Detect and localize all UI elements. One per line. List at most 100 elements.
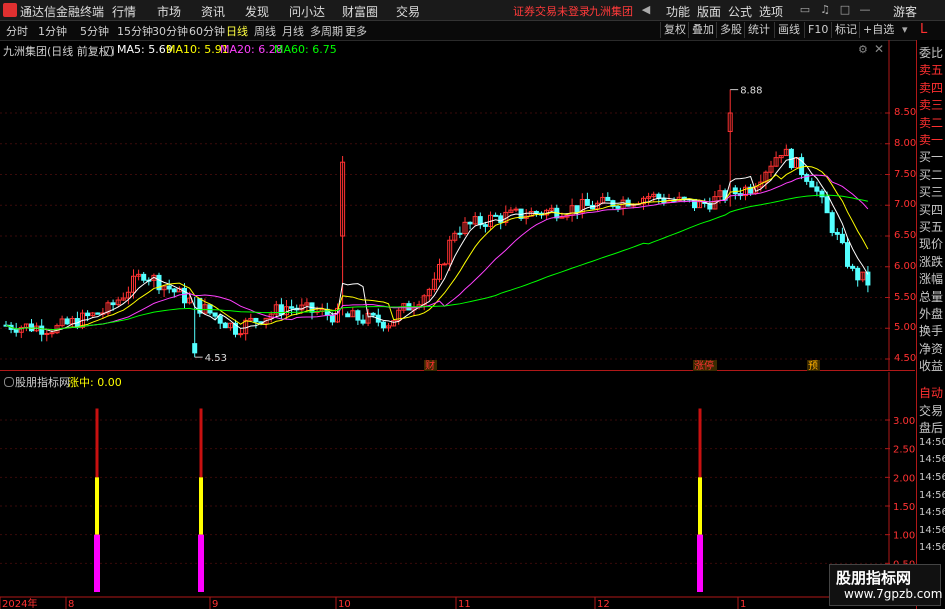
tab-daily[interactable]: 日线	[226, 23, 248, 39]
menu-market[interactable]: 市场	[157, 3, 181, 20]
trade-time-label: 14:56	[919, 489, 945, 501]
candle-body	[380, 321, 386, 329]
candle-body	[166, 285, 172, 290]
quote-label: 现价	[919, 237, 944, 252]
candle-body	[222, 322, 228, 329]
candle-body	[482, 224, 488, 227]
top-menu-bar: 通达信金融终端 行情 市场 资讯 发现 问小达 财富圈 交易 证券交易未登录 九…	[0, 0, 945, 21]
minimize-icon[interactable]: —	[857, 2, 873, 18]
quote-label: 买三	[919, 185, 944, 200]
menu-quotes[interactable]: 行情	[112, 3, 136, 20]
quote-label: 买五	[919, 220, 944, 234]
menu-layout[interactable]: 版面	[697, 3, 721, 20]
x-tick-label: 11	[458, 599, 471, 609]
candle-body	[533, 210, 539, 214]
candle-body	[238, 333, 244, 336]
tab-timeshare[interactable]: 分时	[6, 23, 28, 39]
ind-y-tick: 2.00	[893, 473, 915, 484]
tab-weekly[interactable]: 周线	[254, 23, 276, 39]
x-tick-label: 10	[338, 599, 351, 609]
candle-body	[141, 273, 147, 281]
trade-time-label: 交易	[919, 403, 944, 418]
candle-body	[192, 343, 198, 354]
restore-icon[interactable]: ▭	[797, 2, 813, 18]
menu-ask[interactable]: 问小达	[289, 3, 325, 20]
ind-y-tick: 2.50	[893, 445, 915, 456]
tab-60min[interactable]: 60分钟	[189, 23, 225, 39]
panel-toggle-L[interactable]: L	[920, 22, 927, 37]
bell-icon[interactable]: ♫	[817, 2, 833, 18]
tool-add-favorite[interactable]: +自选	[859, 22, 897, 38]
candle-body	[513, 208, 519, 211]
candle-body	[574, 205, 580, 214]
tool-adjust[interactable]: 复权	[660, 22, 689, 38]
kline-chart[interactable]: 8.88 4.53 财 涨停 预	[0, 40, 915, 371]
trade-time-label: 14:56	[919, 454, 945, 466]
candle-body	[110, 302, 116, 306]
tab-1min[interactable]: 1分钟	[38, 23, 67, 39]
menu-trade[interactable]: 交易	[396, 3, 420, 20]
quote-label: 买二	[919, 167, 944, 182]
tool-draw[interactable]: 画线	[774, 22, 803, 38]
candle-body	[360, 319, 366, 324]
tab-more[interactable]: 更多	[345, 23, 367, 39]
quote-label: 委比	[919, 46, 944, 60]
candle-body	[355, 310, 361, 321]
tool-overlay[interactable]: 叠加	[688, 22, 717, 38]
x-tick-label: 8	[68, 599, 74, 609]
candle-body	[13, 328, 19, 333]
tool-multi-stock[interactable]: 多股	[716, 22, 745, 38]
maximize-icon[interactable]: □	[837, 2, 853, 18]
tab-5min[interactable]: 5分钟	[80, 23, 109, 39]
candle-body	[850, 265, 856, 269]
candle-body	[442, 263, 448, 266]
menu-wealth[interactable]: 财富圈	[342, 3, 378, 20]
candle-body	[457, 232, 463, 235]
menu-function[interactable]: 功能	[666, 3, 690, 20]
trade-time-label: 盘后	[919, 421, 944, 436]
site-watermark: 股朋指标网 www.7gpzb.com	[829, 564, 942, 606]
user-label[interactable]: 游客	[893, 3, 917, 20]
back-icon[interactable]: ◀	[638, 2, 654, 18]
dropdown-icon[interactable]: ▾	[902, 23, 914, 37]
candle-body	[44, 332, 50, 335]
app-title: 通达信金融终端	[20, 5, 105, 19]
x-tick-label: 9	[212, 599, 218, 609]
candle-body	[809, 180, 815, 188]
menu-discover[interactable]: 发现	[245, 3, 269, 20]
quote-label: 总量	[919, 289, 944, 304]
tab-30min[interactable]: 30分钟	[152, 23, 188, 39]
candle-body	[467, 221, 473, 225]
trade-time-label: 14:56	[919, 472, 945, 483]
candle-body	[661, 197, 667, 204]
tool-mark[interactable]: 标记	[831, 22, 860, 38]
tab-multi-period[interactable]: 多周期	[310, 23, 343, 39]
candle-body	[370, 312, 376, 316]
event-tag: 财	[425, 359, 435, 371]
login-notice[interactable]: 证券交易未登录	[513, 3, 590, 19]
candle-body	[329, 314, 335, 323]
tab-monthly[interactable]: 月线	[282, 23, 304, 39]
tab-15min[interactable]: 15分钟	[117, 23, 153, 39]
candle-body	[29, 323, 34, 332]
tool-f10[interactable]: F10	[804, 22, 831, 38]
ma5-line	[5, 156, 869, 332]
x-tick-label: 12	[597, 599, 610, 609]
menu-news[interactable]: 资讯	[201, 3, 225, 20]
candle-body	[845, 242, 850, 267]
candle-body	[85, 312, 91, 317]
candle-body	[814, 186, 820, 192]
candle-body	[493, 214, 499, 217]
candle-body	[278, 304, 284, 316]
menu-options[interactable]: 选项	[759, 3, 783, 20]
auto-toggle[interactable]: 自动	[919, 384, 943, 401]
menu-formula[interactable]: 公式	[728, 3, 752, 20]
quote-label: 卖一	[919, 133, 944, 147]
tool-stats[interactable]: 统计	[744, 22, 773, 38]
candle-body	[289, 306, 295, 309]
event-tag: 预	[808, 360, 818, 371]
candle-body	[819, 190, 825, 198]
indicator-chart[interactable]: 3.002.502.001.501.000.502024年891011121	[0, 372, 915, 609]
ma60-line	[5, 194, 869, 331]
period-tab-bar: 分时 1分钟 5分钟 15分钟 30分钟 60分钟 日线 周线 月线 多周期 更…	[0, 21, 945, 41]
